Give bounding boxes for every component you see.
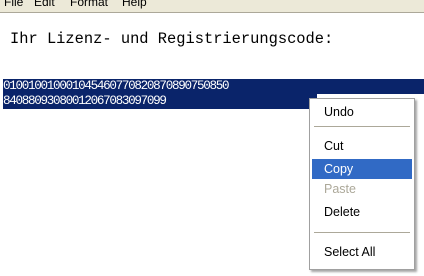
menu-edit[interactable]: Edit xyxy=(34,0,55,9)
menu-format[interactable]: Format xyxy=(70,0,108,9)
context-menu-undo[interactable]: Undo xyxy=(312,102,412,122)
notepad-window: File Edit Format Help Ihr Lizenz- und Re… xyxy=(0,0,424,276)
selected-code-line-2[interactable]: 84088093080012067083097099 xyxy=(3,94,317,109)
menu-bar: File Edit Format Help xyxy=(0,0,424,13)
context-menu-copy[interactable]: Copy xyxy=(312,159,412,179)
context-menu-separator xyxy=(314,232,410,233)
context-menu-cut[interactable]: Cut xyxy=(312,136,412,156)
context-menu-separator xyxy=(314,126,410,127)
context-menu-paste[interactable]: Paste xyxy=(312,179,412,199)
menu-file[interactable]: File xyxy=(4,0,23,9)
context-menu-select-all[interactable]: Select All xyxy=(312,242,412,262)
menu-help[interactable]: Help xyxy=(122,0,147,9)
context-menu-delete[interactable]: Delete xyxy=(312,202,412,222)
license-heading: Ihr Lizenz- und Registrierungscode: xyxy=(10,30,334,48)
selected-code-line-1[interactable]: 010010010001045460770820870890750850 xyxy=(3,79,424,94)
context-menu: Undo Cut Copy Paste Delete Select All xyxy=(309,98,415,270)
